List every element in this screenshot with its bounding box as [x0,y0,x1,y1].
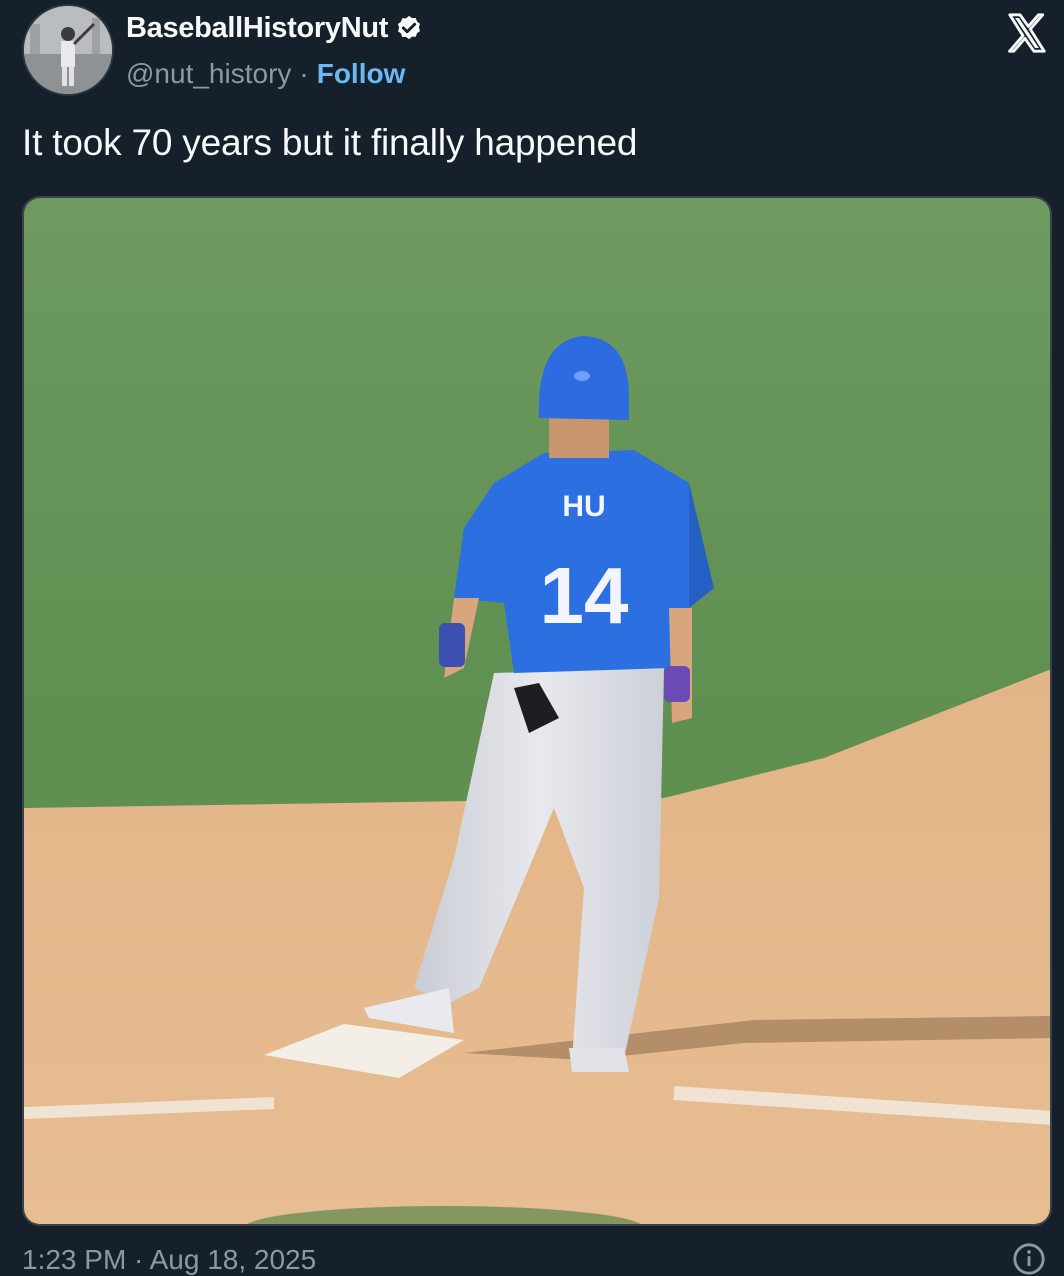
tweet-photo[interactable]: HU 14 [22,196,1052,1226]
handle-row: @nut_history · Follow [126,58,405,90]
follow-button[interactable]: Follow [317,58,406,90]
x-logo-icon[interactable] [1004,10,1050,56]
avatar[interactable] [22,4,114,96]
handle[interactable]: @nut_history [126,58,291,90]
info-icon[interactable] [1012,1242,1046,1276]
tweet-text: It took 70 years but it finally happened [22,122,638,163]
display-name[interactable]: BaseballHistoryNut [126,12,388,45]
jersey-name: HU [562,490,605,523]
separator-dot: · [299,58,309,89]
verified-badge-icon [398,15,421,39]
name-row: BaseballHistoryNut [126,12,424,45]
jersey-number: 14 [540,551,629,640]
tweet-header: BaseballHistoryNut @nut_history · Follow [22,4,1052,100]
tweet-timestamp[interactable]: 1:23 PM · Aug 18, 2025 [22,1244,316,1276]
